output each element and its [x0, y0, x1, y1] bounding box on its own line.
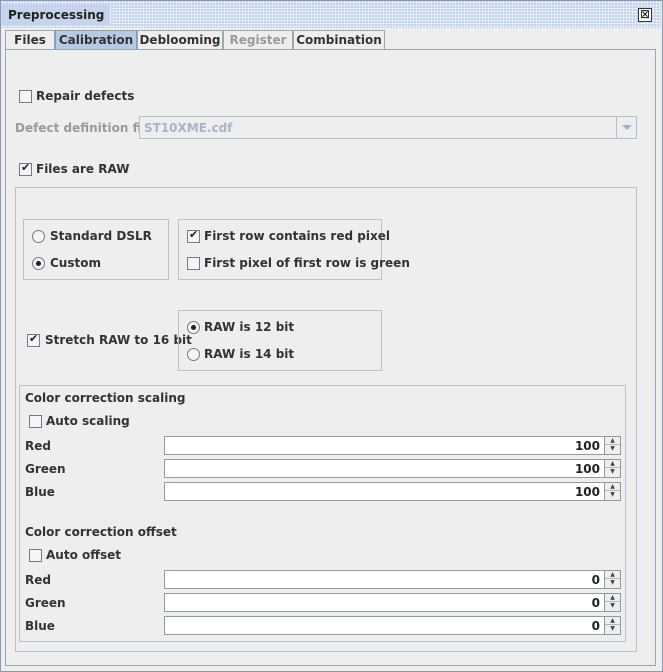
scaling-green-label: Green: [25, 462, 66, 476]
green-first-checkbox[interactable]: [187, 257, 200, 270]
auto-offset-label: Auto offset: [46, 548, 121, 562]
arrow-up-icon[interactable]: ▲: [605, 617, 620, 625]
chevron-down-icon: [616, 117, 636, 138]
scaling-blue-value: 100: [574, 485, 600, 499]
scaling-red-spinner[interactable]: 100 ▲ ▼: [164, 436, 621, 455]
defect-file-label: Defect definition file:: [15, 121, 159, 135]
green-first-label: First pixel of first row is green: [204, 256, 410, 270]
arrow-up-icon[interactable]: ▲: [605, 460, 620, 468]
scaling-red-value: 100: [574, 439, 600, 453]
custom-label: Custom: [50, 256, 101, 270]
arrow-down-icon[interactable]: ▼: [605, 468, 620, 476]
arrow-down-icon[interactable]: ▼: [605, 579, 620, 587]
offset-red-spinner[interactable]: 0 ▲ ▼: [164, 570, 621, 589]
red-first-label: First row contains red pixel: [204, 229, 390, 243]
offset-blue-spinner[interactable]: 0 ▲ ▼: [164, 616, 621, 635]
offset-blue-value: 0: [591, 619, 600, 633]
raw-14bit-label: RAW is 14 bit: [204, 347, 295, 361]
red-first-checkbox[interactable]: [187, 228, 200, 243]
arrow-up-icon[interactable]: ▲: [605, 594, 620, 602]
arrow-up-icon[interactable]: ▲: [605, 571, 620, 579]
standard-dslr-radio[interactable]: [32, 230, 45, 243]
scaling-green-value: 100: [574, 462, 600, 476]
offset-red-value: 0: [591, 573, 600, 587]
tab-calibration[interactable]: Calibration: [55, 30, 137, 50]
arrow-down-icon[interactable]: ▼: [605, 625, 620, 633]
close-icon[interactable]: ⊠: [638, 8, 652, 22]
arrow-down-icon[interactable]: ▼: [605, 491, 620, 499]
auto-scaling-label: Auto scaling: [46, 414, 130, 428]
files-are-raw-checkbox[interactable]: [19, 161, 32, 176]
tab-register: Register: [223, 30, 293, 50]
stretch-raw-label: Stretch RAW to 16 bit: [45, 333, 192, 347]
custom-radio[interactable]: [32, 257, 45, 270]
files-are-raw-label: Files are RAW: [36, 162, 130, 176]
tab-files[interactable]: Files: [5, 30, 55, 50]
window-title: Preprocessing: [2, 5, 111, 25]
arrow-up-icon[interactable]: ▲: [605, 483, 620, 491]
raw-14bit-radio[interactable]: [187, 348, 200, 361]
offset-green-value: 0: [591, 596, 600, 610]
scaling-blue-label: Blue: [25, 485, 55, 499]
raw-12bit-label: RAW is 12 bit: [204, 320, 295, 334]
arrow-down-icon[interactable]: ▼: [605, 602, 620, 610]
scaling-green-spinner[interactable]: 100 ▲ ▼: [164, 459, 621, 478]
tab-deblooming[interactable]: Deblooming: [137, 30, 223, 50]
offset-blue-label: Blue: [25, 619, 55, 633]
scaling-blue-spinner[interactable]: 100 ▲ ▼: [164, 482, 621, 501]
arrow-down-icon[interactable]: ▼: [605, 445, 620, 453]
scaling-title: Color correction scaling: [25, 391, 186, 405]
auto-offset-checkbox[interactable]: [29, 549, 42, 562]
arrow-up-icon[interactable]: ▲: [605, 437, 620, 445]
offset-title: Color correction offset: [25, 525, 177, 539]
offset-green-spinner[interactable]: 0 ▲ ▼: [164, 593, 621, 612]
offset-red-label: Red: [25, 573, 51, 587]
auto-scaling-checkbox[interactable]: [29, 415, 42, 428]
scaling-red-label: Red: [25, 439, 51, 453]
repair-defects-label: Repair defects: [36, 89, 135, 103]
stretch-raw-checkbox[interactable]: [27, 332, 40, 347]
repair-defects-checkbox[interactable]: [19, 90, 32, 103]
standard-dslr-label: Standard DSLR: [50, 229, 152, 243]
defect-file-combobox: ST10XME.cdf: [139, 116, 637, 139]
tab-combination[interactable]: Combination: [293, 30, 385, 50]
defect-file-value: ST10XME.cdf: [144, 121, 233, 135]
offset-green-label: Green: [25, 596, 66, 610]
raw-12bit-radio[interactable]: [187, 321, 200, 334]
